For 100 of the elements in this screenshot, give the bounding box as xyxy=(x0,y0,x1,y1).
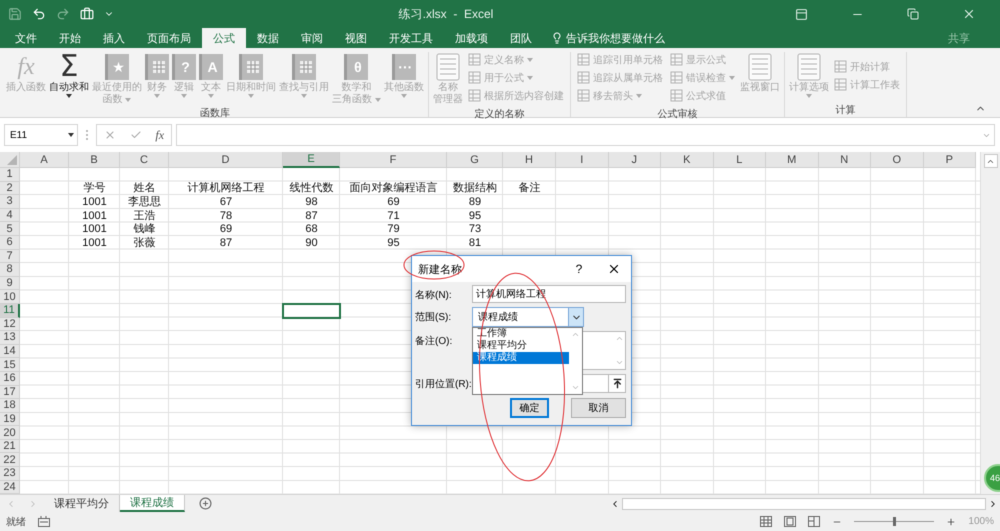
ribbon-tab[interactable]: 插入 xyxy=(92,28,136,48)
insert-function-button[interactable]: fx xyxy=(155,128,164,142)
table-cell-text: 王浩 xyxy=(132,208,156,222)
row-header[interactable]: 23 xyxy=(0,467,20,481)
ribbon-tab[interactable]: 加载项 xyxy=(444,28,499,48)
row-header[interactable]: 1 xyxy=(0,168,20,182)
tell-me-field[interactable]: 告诉我你想要做什么 xyxy=(543,28,665,48)
ribbon-tab[interactable]: 审阅 xyxy=(290,28,334,48)
column-header[interactable]: D xyxy=(169,152,283,168)
row-header[interactable]: 17 xyxy=(0,386,20,400)
table-cell-text: 68 xyxy=(304,222,319,236)
row-header[interactable]: 7 xyxy=(0,250,20,264)
ribbon-tab[interactable]: 开发工具 xyxy=(378,28,444,48)
table-cell-text: 备注 xyxy=(518,182,542,196)
row-header[interactable]: 14 xyxy=(0,344,20,358)
book-icon: ★ xyxy=(105,54,129,80)
dialog-button[interactable]: 确定 xyxy=(510,398,549,418)
row-header[interactable]: 18 xyxy=(0,399,20,413)
ribbon-tab[interactable]: 数据 xyxy=(246,28,290,48)
column-header[interactable]: P xyxy=(924,152,976,168)
table-cell-text: 李思思 xyxy=(127,195,162,209)
help-button[interactable]: ? xyxy=(561,262,597,276)
table-cell-text: 90 xyxy=(304,236,319,250)
row-header[interactable]: 6 xyxy=(0,236,20,250)
table-cell-text: 89 xyxy=(468,195,482,209)
row-header[interactable]: 16 xyxy=(0,372,20,386)
column-header[interactable]: A xyxy=(20,152,69,168)
table-cell-text: 69 xyxy=(386,195,401,209)
table-cell-text: 1001 xyxy=(81,222,108,236)
table-cell-text: 1001 xyxy=(81,195,108,209)
table-cell-text: 79 xyxy=(386,222,401,236)
column-header[interactable]: N xyxy=(818,152,871,168)
column-header[interactable]: J xyxy=(608,152,661,168)
book-icon: θ xyxy=(344,54,368,80)
column-header[interactable]: E xyxy=(283,152,340,168)
status-text: 就绪 xyxy=(6,516,26,528)
table-cell-text: 87 xyxy=(218,236,234,250)
book-icon: ? xyxy=(172,54,196,80)
group-label: 函数库 xyxy=(200,106,230,120)
book-icon: A xyxy=(199,54,223,80)
row-header[interactable]: 8 xyxy=(0,263,20,277)
row-header[interactable]: 13 xyxy=(0,331,20,345)
table-cell-text: 67 xyxy=(218,195,234,209)
table-cell-text: 73 xyxy=(468,222,482,236)
column-header[interactable]: M xyxy=(766,152,818,168)
ribbon-button[interactable]: Σ 自动求和 xyxy=(48,52,90,98)
row-header[interactable]: 24 xyxy=(0,480,20,494)
column-header[interactable]: I xyxy=(556,152,608,168)
row-header[interactable]: 12 xyxy=(0,318,20,332)
table-cell-text: 计算机网络工程 xyxy=(186,182,266,196)
group-label: 公式审核 xyxy=(657,108,698,121)
table-cell-text: 面向对象编程语言 xyxy=(348,182,438,196)
ribbon-tab[interactable]: 文件 xyxy=(4,28,48,48)
column-header[interactable]: F xyxy=(340,152,447,168)
column-header[interactable]: O xyxy=(871,152,924,168)
group-label: 定义的名称 xyxy=(474,108,524,121)
row-header[interactable]: 9 xyxy=(0,276,20,290)
ribbon-tab[interactable]: 页面布局 xyxy=(136,28,202,48)
table-cell-text: 87 xyxy=(304,208,319,222)
table-cell-text: 98 xyxy=(304,195,319,209)
ribbon-tab[interactable]: 公式 xyxy=(202,28,246,48)
row-header[interactable]: 5 xyxy=(0,222,20,236)
table-cell-text: 学号 xyxy=(82,182,106,196)
column-header[interactable]: B xyxy=(69,152,120,168)
row-header[interactable]: 3 xyxy=(0,195,20,209)
table-cell-text: 1001 xyxy=(81,208,108,222)
column-header[interactable]: C xyxy=(120,152,169,168)
column-header[interactable]: G xyxy=(447,152,503,168)
table-cell-text: 张薇 xyxy=(132,236,156,250)
table-cell-text: 95 xyxy=(468,208,482,222)
field-label: 范围(S): xyxy=(415,310,452,324)
dialog-button[interactable]: 取消 xyxy=(571,398,626,418)
row-header[interactable]: 11 xyxy=(0,304,20,318)
row-header[interactable]: 20 xyxy=(0,426,20,440)
dialog-title: 新建名称 xyxy=(418,262,463,276)
column-header[interactable]: H xyxy=(503,152,556,168)
table-cell-text: 78 xyxy=(218,208,234,222)
row-header[interactable]: 21 xyxy=(0,440,20,454)
zoom-level: 100% xyxy=(968,516,994,527)
row-header[interactable]: 15 xyxy=(0,358,20,372)
column-header[interactable]: K xyxy=(661,152,714,168)
sheet-tab[interactable]: 课程成绩 xyxy=(120,495,185,512)
table-cell-text: 线性代数 xyxy=(288,182,334,196)
field-label: 名称(N): xyxy=(415,289,453,302)
name-box[interactable]: E11 xyxy=(4,124,78,146)
row-header[interactable]: 10 xyxy=(0,290,20,304)
row-header[interactable]: 19 xyxy=(0,412,20,426)
row-header[interactable]: 2 xyxy=(0,182,20,196)
row-header[interactable]: 4 xyxy=(0,208,20,222)
book-icon: ··· xyxy=(392,54,416,80)
group-label: 计算 xyxy=(835,104,856,117)
ribbon-tab[interactable]: 视图 xyxy=(334,28,378,48)
symbol-icon: fx xyxy=(17,52,35,82)
table-cell-text: 95 xyxy=(386,236,401,250)
window-title: 练习.xlsx - Excel xyxy=(398,6,494,22)
column-header[interactable]: L xyxy=(714,152,766,168)
ribbon-tab[interactable]: 开始 xyxy=(48,28,92,48)
table-cell-text: 1001 xyxy=(81,236,108,250)
ribbon-tab[interactable]: 团队 xyxy=(499,28,543,48)
row-header[interactable]: 22 xyxy=(0,453,20,468)
